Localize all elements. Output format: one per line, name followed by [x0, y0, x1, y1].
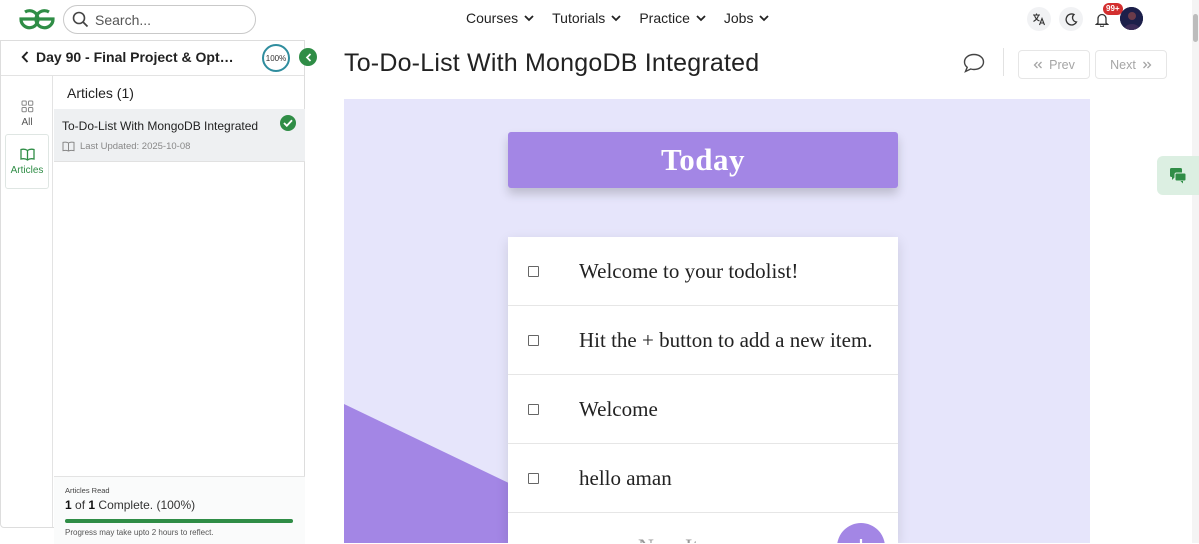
search-box[interactable] — [63, 5, 256, 34]
nav-courses-label: Courses — [466, 10, 519, 26]
article-meta: Last Updated: 2025-10-08 — [62, 141, 190, 152]
total-count: 1 — [88, 498, 96, 512]
completion-count: 1 of 1 Complete. (100%) — [65, 498, 195, 512]
rail-item-articles-label: Articles — [10, 164, 44, 176]
avatar-image-icon — [1120, 7, 1143, 30]
of-text: of — [75, 498, 86, 512]
chevron-left-icon — [305, 52, 311, 62]
article-title: To-Do-List With MongoDB Integrated — [62, 119, 259, 133]
progress-bar-fill — [65, 519, 293, 523]
double-chevron-left-icon — [1033, 61, 1043, 68]
new-item-input: New Item — [638, 534, 725, 543]
rail-item-all-label: All — [21, 116, 33, 128]
chevron-down-icon — [524, 14, 534, 21]
article-list-item[interactable]: To-Do-List With MongoDB Integrated Last … — [54, 109, 305, 162]
comment-icon[interactable] — [963, 53, 985, 73]
completion-status: Complete. (100%) — [98, 498, 196, 512]
book-icon — [19, 148, 35, 161]
prev-label: Prev — [1049, 57, 1075, 72]
course-sidebar: Day 90 - Final Project & Optim... 100% A… — [0, 40, 305, 544]
sidebar-rail: All Articles — [1, 76, 53, 527]
article-updated-date: Last Updated: 2025-10-08 — [80, 141, 191, 152]
completed-count: 1 — [65, 498, 72, 512]
progress-note: Progress may take upto 2 hours to reflec… — [65, 528, 214, 537]
todo-checkbox — [528, 472, 539, 484]
search-icon — [72, 11, 89, 28]
translate-button[interactable] — [1027, 7, 1051, 31]
todo-item-text: Welcome — [579, 396, 658, 421]
progress-footer: Articles Read 1 of 1 Complete. (100%) Pr… — [54, 476, 305, 544]
search-input[interactable] — [95, 11, 235, 28]
add-item-button: + — [837, 523, 885, 543]
prev-button[interactable]: Prev — [1018, 50, 1090, 79]
notification-badge: 99+ — [1103, 3, 1123, 15]
articles-read-label: Articles Read — [65, 486, 110, 495]
completed-check-icon — [280, 115, 296, 131]
next-label: Next — [1110, 57, 1136, 72]
chat-bubbles-icon — [1170, 168, 1187, 184]
scrollbar-thumb[interactable] — [1193, 14, 1198, 42]
todo-item-text: Welcome to your todolist! — [579, 258, 799, 283]
todo-heading: Today — [508, 132, 898, 188]
nav-tutorials[interactable]: Tutorials — [552, 10, 621, 26]
article-image: Today Welcome to your todolist! Hit the … — [344, 99, 1090, 543]
todo-list-card: Welcome to your todolist! Hit the + butt… — [508, 237, 898, 543]
todo-item-text: hello aman — [579, 465, 672, 490]
todo-item: hello aman — [508, 444, 898, 513]
section-heading: Articles (1) — [67, 85, 134, 101]
gfg-logo-icon[interactable] — [18, 8, 56, 30]
double-chevron-right-icon — [1142, 61, 1152, 68]
avatar[interactable] — [1120, 7, 1143, 30]
progress-ring: 100% — [262, 44, 290, 72]
dark-mode-toggle[interactable] — [1059, 7, 1083, 31]
todo-item: Welcome — [508, 375, 898, 444]
nav-practice[interactable]: Practice — [639, 10, 706, 26]
chat-float-button[interactable] — [1157, 156, 1199, 195]
article-heading: To-Do-List With MongoDB Integrated — [344, 49, 760, 77]
todo-checkbox — [528, 334, 539, 346]
todo-item-text: Hit the + button to add a new item. — [579, 327, 873, 352]
grid-icon — [21, 100, 33, 112]
sidebar-header: Day 90 - Final Project & Optim... 100% — [1, 41, 304, 76]
chevron-down-icon — [696, 14, 706, 21]
todo-checkbox — [528, 403, 539, 415]
nav-jobs[interactable]: Jobs — [724, 10, 770, 26]
main-nav: Courses Tutorials Practice Jobs — [466, 10, 770, 26]
collapse-sidebar-button[interactable] — [299, 48, 317, 66]
moon-icon — [1064, 12, 1078, 26]
todo-item: Welcome to your todolist! — [508, 237, 898, 306]
todo-checkbox — [528, 265, 539, 277]
nav-practice-label: Practice — [639, 10, 690, 26]
progress-bar — [65, 519, 293, 523]
next-button[interactable]: Next — [1095, 50, 1167, 79]
page-scrollbar[interactable] — [1192, 0, 1199, 543]
header-divider — [1003, 48, 1004, 76]
chevron-left-icon[interactable] — [21, 51, 29, 63]
rail-item-articles[interactable]: Articles — [5, 134, 49, 189]
chevron-down-icon — [759, 14, 770, 21]
nav-courses[interactable]: Courses — [466, 10, 534, 26]
top-navbar: Courses Tutorials Practice Jobs — [0, 0, 1199, 40]
todo-item: Hit the + button to add a new item. — [508, 306, 898, 375]
book-open-icon — [62, 141, 75, 152]
sidebar-title[interactable]: Day 90 - Final Project & Optim... — [36, 49, 236, 65]
nav-jobs-label: Jobs — [723, 10, 754, 26]
chevron-down-icon — [611, 14, 621, 21]
translate-icon — [1033, 13, 1046, 26]
nav-tutorials-label: Tutorials — [552, 10, 606, 26]
rail-item-all[interactable]: All — [5, 86, 49, 141]
